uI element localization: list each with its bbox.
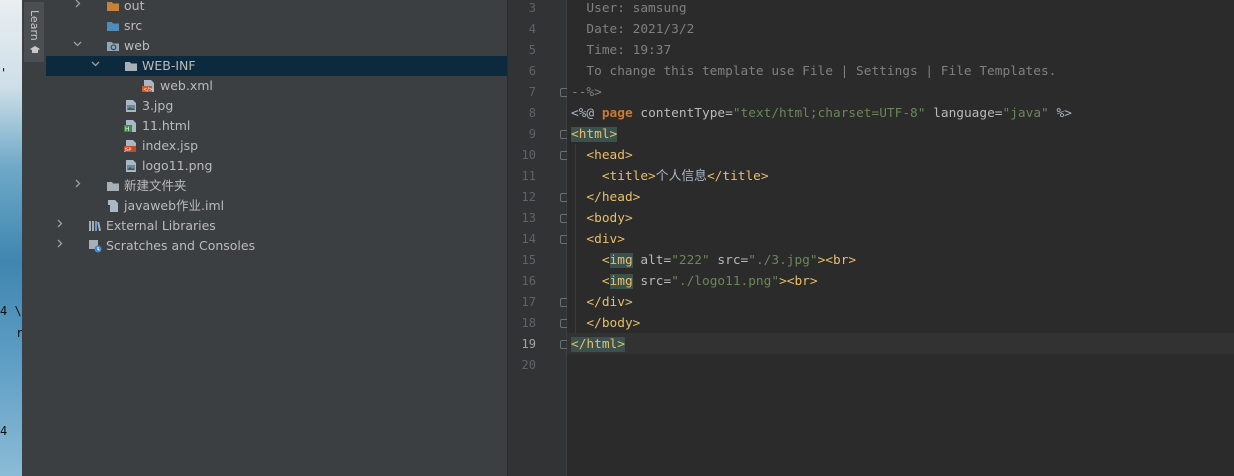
chevron-right-icon[interactable] [72, 0, 82, 16]
editor-gutter: 3 4 5 6 7 8 9 10 11 12 13 14 15 16 17 18 19 20 [508, 0, 569, 476]
tree-item[interactable]: Scratches and Consoles [46, 236, 507, 256]
project-tree-panel: out src web WEB-INF </> web.xml 3.jpg H 11.html J… [46, 0, 508, 476]
code-line: <title>个人信息</title> [601, 169, 769, 184]
tree-item[interactable]: H 11.html [46, 116, 507, 136]
code-line: <%@ page contentType="text/html;charset=… [571, 106, 1072, 121]
line-number: 18 [521, 316, 536, 330]
code-line: Time: 19:37 [571, 43, 672, 58]
tree-item-label: Scratches and Consoles [106, 238, 256, 253]
code-line: </div> [586, 295, 633, 310]
tree-item-label: src [124, 18, 143, 33]
folder-icon [106, 0, 120, 13]
chevron-right-icon[interactable] [54, 236, 64, 256]
tree-item-label: 3.jpg [142, 98, 174, 113]
image-file-icon [124, 99, 138, 113]
svg-text:</>: </> [143, 87, 153, 93]
web-folder-icon [106, 39, 120, 53]
tree-item-label: javaweb作业.iml [124, 198, 225, 213]
line-number: 8 [528, 106, 536, 120]
tree-item[interactable]: 3.jpg [46, 96, 507, 116]
source-folder-icon [106, 19, 120, 33]
desktop-glyph: 4 \ [0, 304, 22, 318]
tree-item-label: WEB-INF [142, 58, 196, 73]
libraries-icon [88, 219, 102, 233]
tree-item[interactable]: JSP index.jsp [46, 136, 507, 156]
line-number: 12 [521, 190, 536, 204]
svg-text:JSP: JSP [124, 147, 132, 153]
desktop-glyph: 4 [0, 424, 8, 438]
code-line: <body> [586, 211, 633, 226]
code-line: <head> [586, 148, 633, 163]
tree-item-label: External Libraries [106, 218, 216, 233]
line-number: 14 [521, 232, 536, 246]
tree-item[interactable]: web [46, 36, 507, 56]
scratches-icon [88, 239, 102, 253]
line-number: 17 [521, 295, 536, 309]
tree-item[interactable]: src [46, 16, 507, 36]
line-number: 6 [528, 64, 536, 78]
tree-item[interactable]: 新建文件夹 [46, 176, 507, 196]
learn-tab-label: Learn [28, 10, 41, 41]
chevron-right-icon[interactable] [54, 216, 64, 236]
tree-item-label: out [124, 0, 145, 13]
code-line: To change this template use File | Setti… [571, 64, 1057, 79]
chevron-down-icon[interactable] [90, 56, 100, 76]
tree-item-label: logo11.png [142, 158, 213, 173]
tree-item-label: web.xml [160, 78, 213, 93]
line-number: 15 [521, 253, 536, 267]
learn-tab[interactable]: Learn [24, 2, 44, 62]
code-line: </body> [586, 316, 641, 331]
jsp-file-icon: JSP [124, 139, 138, 153]
xml-file-icon: </> [142, 79, 156, 93]
tree-item[interactable]: javaweb作业.iml [46, 196, 507, 216]
line-number: 3 [528, 1, 536, 15]
code-line: <html> [571, 127, 618, 142]
line-number: 5 [528, 43, 536, 57]
line-number: 11 [521, 169, 536, 183]
code-line: <div> [586, 232, 625, 247]
chevron-down-icon[interactable] [72, 36, 82, 56]
html-file-icon: H [124, 119, 138, 133]
current-line-highlight [567, 333, 1234, 354]
image-file-icon [124, 159, 138, 173]
tree-item[interactable]: External Libraries [46, 216, 507, 236]
line-number: 16 [521, 274, 536, 288]
line-number: 7 [528, 85, 536, 99]
tree-item[interactable]: WEB-INF [46, 56, 507, 76]
code-line: --%> [571, 85, 602, 100]
desktop-background: ' 4 \ r 4 [0, 0, 22, 476]
line-number: 10 [521, 148, 536, 162]
svg-text:H: H [125, 126, 130, 133]
line-number: 9 [528, 127, 536, 141]
desktop-glyph: ' [0, 66, 8, 80]
code-line: <img src="./logo11.png"><br> [571, 274, 818, 289]
tree-item-label: index.jsp [142, 138, 199, 153]
tree-item-label: 11.html [142, 118, 191, 133]
chevron-right-icon[interactable] [72, 176, 82, 196]
graduation-cap-icon [30, 46, 40, 53]
tree-item-label: web [124, 38, 150, 53]
code-line: </html> [571, 337, 625, 352]
code-line: </head> [586, 190, 641, 205]
line-number: 4 [528, 22, 536, 36]
tree-item[interactable]: </> web.xml [46, 76, 507, 96]
line-number: 20 [521, 358, 536, 372]
line-number: 19 [521, 337, 536, 351]
module-file-icon [106, 199, 120, 213]
tree-item[interactable]: out [46, 0, 507, 16]
code-line: <img alt="222" src="./3.jpg"><br> [571, 253, 857, 268]
tree-item[interactable]: logo11.png [46, 156, 507, 176]
code-line: Date: 2021/3/2 [571, 22, 695, 37]
code-editor[interactable]: User: samsung Date: 2021/3/2 Time: 19:37… [567, 0, 1234, 476]
left-tool-strip: Learn [22, 0, 47, 476]
folder-icon [106, 179, 120, 193]
folder-icon [124, 59, 138, 73]
line-number: 13 [521, 211, 536, 225]
tree-item-label: 新建文件夹 [124, 178, 187, 193]
code-line: User: samsung [571, 1, 687, 16]
